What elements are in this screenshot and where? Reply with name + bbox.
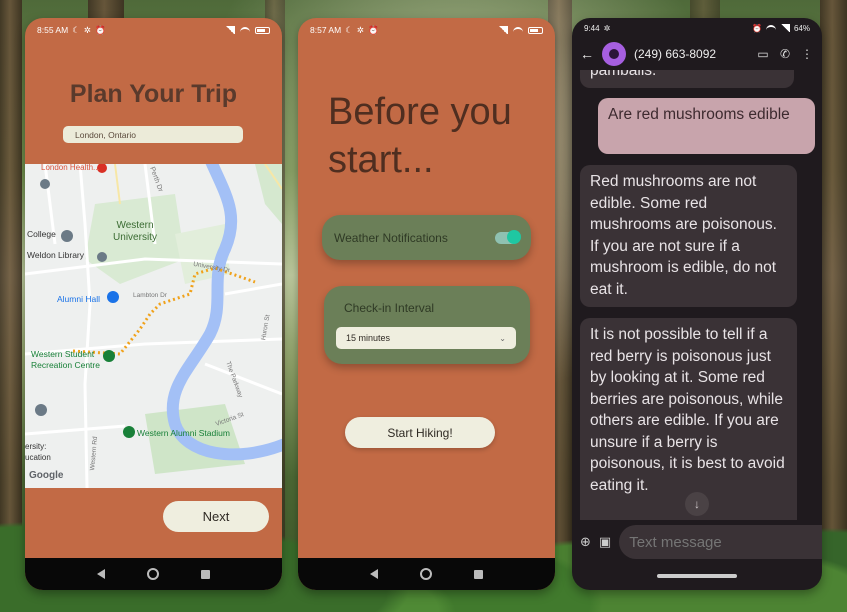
signal-icon [779, 24, 790, 32]
google-logo: Google [29, 470, 64, 481]
message-bubble-incoming[interactable]: It is not possible to tell if a red berr… [580, 318, 797, 520]
alarm-icon: ⏰ [367, 24, 379, 35]
signal-icon [498, 26, 508, 34]
map-view[interactable]: London Health... Perth Dr Western Univer… [25, 164, 282, 488]
weather-notifications-card: Weather Notifications [322, 215, 531, 260]
alarm-icon: ⏰ [752, 23, 762, 33]
map-label: London Health... [41, 164, 100, 172]
add-icon[interactable]: ⊕ [580, 534, 591, 550]
moon-icon: ☾ [345, 24, 353, 35]
moon-icon: ☾ [72, 24, 80, 35]
android-nav-bar [25, 558, 282, 590]
message-list[interactable]: pambalis. Are red mushrooms edible Red m… [572, 70, 822, 520]
checkin-interval-select[interactable]: 15 minutes ⌄ [336, 327, 516, 349]
status-time: 8:55 AM [37, 25, 69, 35]
nav-back-icon[interactable] [97, 569, 105, 579]
map-label: Weldon Library [27, 250, 85, 260]
message-bubble-incoming[interactable]: Red mushrooms are not edible. Some red m… [580, 165, 797, 307]
status-time: 9:44 [584, 23, 600, 33]
android-nav-bar [298, 558, 555, 590]
nav-home-icon[interactable] [147, 568, 159, 580]
phone-plan-trip: 8:55 AM ☾ ✲ ⏰ Plan Your Trip London, Ont… [25, 18, 282, 590]
map-label: Lambton Dr [133, 292, 167, 299]
phone-before-start: 8:57 AM ☾ ✲ ⏰ Before you start... Weathe… [298, 18, 555, 590]
battery-icon [528, 26, 543, 34]
nav-back-icon[interactable] [370, 569, 378, 579]
alarm-icon: ⏰ [94, 24, 106, 35]
message-bubble-incoming[interactable]: pambalis. [580, 70, 794, 88]
map-label: Alumni Hall [57, 294, 100, 304]
weather-notifications-label: Weather Notifications [334, 230, 448, 245]
arrow-down-icon[interactable]: ↓ [685, 492, 709, 516]
nav-home-icon[interactable] [420, 568, 432, 580]
message-bubble-outgoing[interactable]: Are red mushrooms edible [598, 98, 815, 154]
checkin-interval-label: Check-in Interval [344, 301, 435, 315]
start-hiking-button[interactable]: Start Hiking! [345, 417, 495, 448]
conversation-header: ← (249) 663-8092 ▭ ✆ ⋮ [572, 38, 822, 70]
checkin-interval-value: 15 minutes [346, 333, 391, 343]
page-title: Before you start... [328, 91, 512, 181]
page-title: Plan Your Trip [69, 80, 238, 108]
wifi-icon [240, 26, 250, 34]
message-composer: ⊕ ▣ ☺ 🎙 [572, 522, 822, 562]
status-time: 8:57 AM [310, 25, 342, 35]
text-message-input[interactable] [629, 533, 822, 551]
settings-icon: ✲ [356, 24, 364, 35]
status-bar: 9:44 ✲ ⏰ 64% [572, 18, 822, 38]
video-call-icon[interactable]: ▭ [756, 47, 770, 61]
back-arrow-icon[interactable]: ← [580, 46, 594, 62]
avatar-icon[interactable] [602, 42, 626, 66]
gallery-icon[interactable]: ▣ [599, 534, 611, 550]
location-input[interactable] [63, 126, 243, 143]
signal-icon [225, 26, 235, 34]
gesture-home-bar[interactable] [657, 574, 737, 578]
map-label: Recreation Centre [31, 360, 100, 370]
text-message-field[interactable]: ☺ 🎙 [619, 525, 822, 559]
map-label: ersity: ucation [25, 442, 51, 462]
checkin-interval-card: Check-in Interval 15 minutes ⌄ [324, 286, 530, 364]
wifi-icon [513, 26, 523, 34]
battery-icon [255, 26, 270, 34]
phone-messages: 9:44 ✲ ⏰ 64% ← (249) 663-8092 ▭ ✆ ⋮ pamb… [572, 18, 822, 590]
status-bar: 8:57 AM ☾ ✲ ⏰ [298, 18, 555, 42]
battery-level: 64% [793, 23, 810, 33]
more-vert-icon[interactable]: ⋮ [800, 47, 814, 61]
settings-icon: ✲ [603, 23, 611, 33]
map-label: Western University [113, 220, 157, 243]
status-bar: 8:55 AM ☾ ✲ ⏰ [25, 18, 282, 42]
chevron-down-icon: ⌄ [499, 333, 506, 343]
nav-recents-icon[interactable] [474, 569, 483, 579]
settings-icon: ✲ [83, 24, 91, 35]
wifi-icon [765, 24, 776, 32]
phone-call-icon[interactable]: ✆ [778, 47, 792, 61]
next-button[interactable]: Next [163, 501, 269, 532]
weather-notifications-toggle[interactable] [495, 229, 521, 244]
contact-number[interactable]: (249) 663-8092 [634, 47, 748, 61]
map-label: Western Student [31, 349, 95, 359]
map-label: Western Alumni Stadium [137, 428, 230, 438]
map-label: College [27, 229, 56, 239]
nav-recents-icon[interactable] [201, 569, 210, 579]
